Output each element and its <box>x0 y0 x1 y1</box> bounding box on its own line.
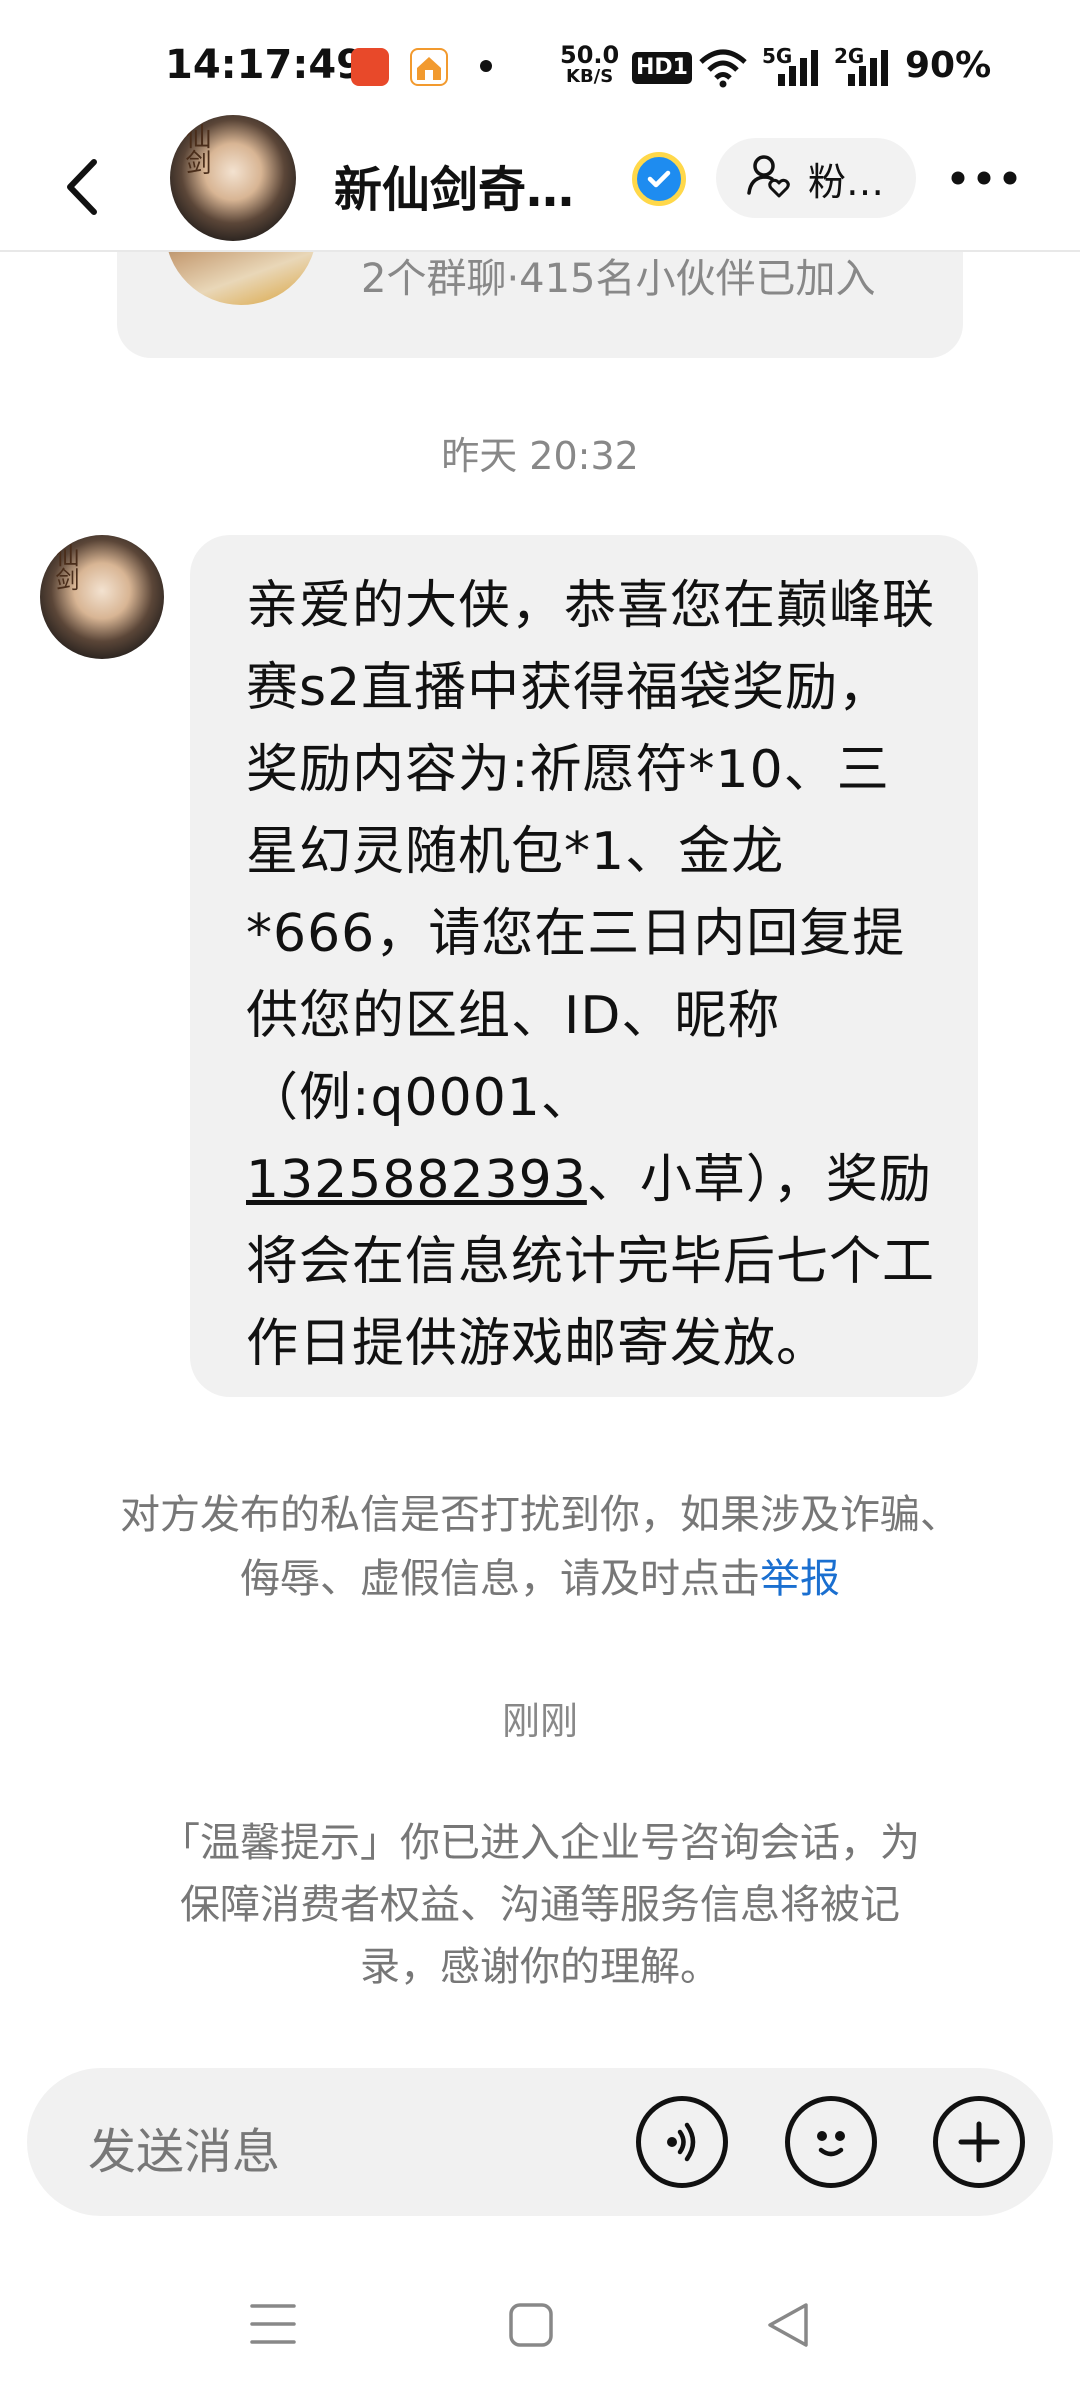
more-icon[interactable] <box>948 163 1020 193</box>
plus-icon[interactable] <box>933 2096 1025 2188</box>
back-arrow-icon[interactable] <box>58 152 108 222</box>
message-input-placeholder[interactable]: 发送消息 <box>88 2112 280 2182</box>
harassment-notice: 对方发布的私信是否打扰到你，如果涉及诈骗、侮辱、虚假信息，请及时点击举报 <box>120 1483 960 1611</box>
chat-title: 新仙剑奇… <box>334 162 575 218</box>
hd-badge: HD1 <box>632 52 692 84</box>
report-link[interactable]: 举报 <box>760 1556 840 1602</box>
dot-indicator-icon <box>480 60 492 72</box>
back-triangle-icon[interactable] <box>764 2300 812 2354</box>
message-text: 亲爱的大侠，恭喜您在巅峰联赛s2直播中获得福袋奖励，奖励内容为:祈愿符*10、三… <box>246 565 936 1385</box>
signal-5g-icon <box>772 50 822 90</box>
status-time: 14:17:49 <box>165 42 364 88</box>
menu-icon[interactable] <box>250 2302 296 2350</box>
net-speed-unit: KB/S <box>566 66 614 87</box>
timestamp: 刚刚 <box>501 1699 578 1743</box>
net-speed-value: 50.0 <box>560 41 620 69</box>
system-nav-bar <box>0 2280 1080 2400</box>
message-phone-link[interactable]: 1325882393 <box>246 1150 587 1210</box>
verified-icon <box>632 152 686 206</box>
group-card-text: 2个群聊·415名小伙伴已加入 <box>361 256 876 302</box>
message-text-part1: 亲爱的大侠，恭喜您在巅峰联赛s2直播中获得福袋奖励，奖励内容为:祈愿符*10、三… <box>246 576 936 1128</box>
consultation-tip: 「温馨提示」你已进入企业号咨询会话，为保障消费者权益、沟通等服务信息将被记录，感… <box>160 1820 920 1990</box>
bank-app-notification-icon <box>351 48 389 86</box>
battery-percent: 90% <box>905 45 992 86</box>
hd-label: HD1 <box>636 55 688 80</box>
emoji-icon[interactable] <box>785 2096 877 2188</box>
avatar-logo-text: 仙剑 <box>181 123 211 175</box>
fans-group-button[interactable]: 粉… <box>716 138 916 218</box>
net-speed: 50.0 KB/S <box>560 41 620 88</box>
signal-2g-icon <box>842 50 892 90</box>
home-icon[interactable] <box>508 2302 554 2352</box>
sender-avatar[interactable]: 仙剑 <box>40 535 164 659</box>
timestamp: 昨天 20:32 <box>441 434 639 478</box>
wifi-icon <box>698 48 748 92</box>
status-bar: 14:17:49 50.0 KB/S HD1 5G 2G 90% <box>0 0 1080 130</box>
voice-icon[interactable] <box>636 2096 728 2188</box>
header-avatar[interactable]: 仙剑 <box>170 115 296 241</box>
home-app-notification-icon <box>410 48 448 86</box>
avatar-logo-text: 仙剑 <box>51 543 79 591</box>
user-heart-icon <box>746 153 792 203</box>
fans-label: 粉… <box>808 159 885 204</box>
